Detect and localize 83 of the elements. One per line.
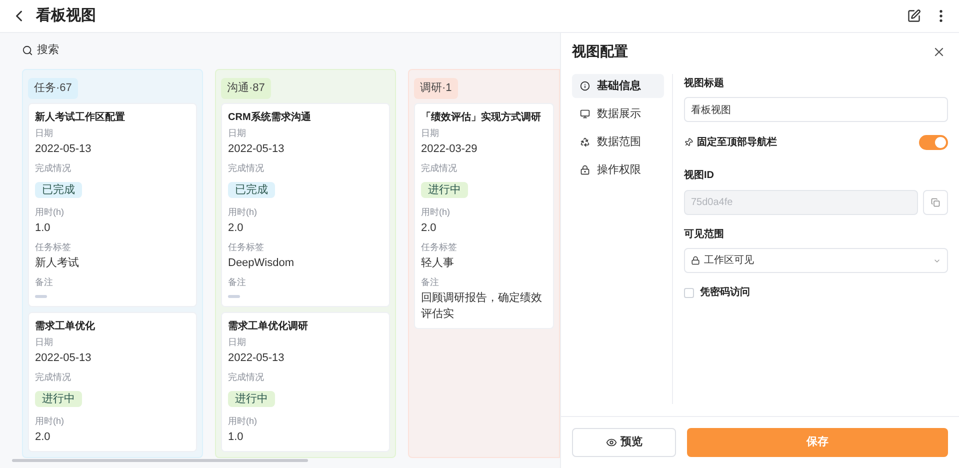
field-label: 日期 xyxy=(35,336,54,349)
status-tag: 进行中 xyxy=(228,391,275,407)
search-icon xyxy=(22,44,33,56)
column-tag: 沟通·87 xyxy=(221,78,271,98)
task-card[interactable]: 「绩效评估」实现方式调研 日期 2022-03-29 完成情况 进行中 用时(h) 2.0 任务标签 轻人事 备注 回顾调研报告，确定绩效评估实 xyxy=(414,103,554,329)
view-title-input[interactable]: 看板视图 xyxy=(684,97,948,122)
card-title: 需求工单优化 xyxy=(35,320,96,334)
monitor-icon xyxy=(580,109,590,119)
lock-icon xyxy=(691,256,700,265)
field-value: DeepWisdom xyxy=(228,256,296,271)
password-label: 凭密码访问 xyxy=(700,285,750,300)
empty-value-mark xyxy=(35,295,47,298)
eye-icon xyxy=(606,437,616,448)
edit-icon[interactable] xyxy=(907,9,921,23)
task-card[interactable]: 需求工单优化 日期 2022-05-13 完成情况 进行中 用时(h) 2.0 xyxy=(28,312,197,452)
status-tag: 已完成 xyxy=(228,182,275,198)
search-field[interactable]: 搜索 xyxy=(22,43,560,57)
card-title: 「绩效评估」实现方式调研 xyxy=(421,111,542,125)
task-card[interactable]: 新人考试工作区配置 日期 2022-05-13 完成情况 已完成 用时(h) 1.0 任务标签 新人考试 备注 xyxy=(28,103,197,307)
page-title: 看板视图 xyxy=(36,6,96,26)
field-label: 日期 xyxy=(35,127,54,140)
field-value: 回顾调研报告，确定绩效评估实 xyxy=(421,290,543,322)
field-label: 备注 xyxy=(35,276,54,289)
field-value: 2.0 xyxy=(35,430,52,445)
copy-icon xyxy=(931,198,940,207)
field-label: 日期 xyxy=(228,336,247,349)
field-label: 视图标题 xyxy=(684,76,725,91)
password-checkbox[interactable] xyxy=(684,288,694,298)
field-label: 用时(h) xyxy=(228,206,258,219)
nav-item[interactable]: 数据范围 xyxy=(572,130,664,154)
field-label: 日期 xyxy=(228,127,247,140)
status-tag: 进行中 xyxy=(421,182,468,198)
field-label: 完成情况 xyxy=(35,162,72,175)
info-icon xyxy=(580,81,590,91)
card-title: CRM系统需求沟通 xyxy=(228,111,312,125)
nav-item[interactable]: 操作权限 xyxy=(572,158,664,182)
field-label: 备注 xyxy=(421,276,440,289)
field-label: 完成情况 xyxy=(35,371,72,384)
field-label: 完成情况 xyxy=(228,371,265,384)
field-value: 新人考试 xyxy=(35,256,80,271)
field-value: 1.0 xyxy=(35,221,52,236)
field-value: 2022-05-13 xyxy=(35,351,92,366)
column-tag: 任务·67 xyxy=(28,78,78,98)
pin-icon xyxy=(682,136,695,148)
field-label: 可见范围 xyxy=(684,228,725,242)
pin-switch[interactable] xyxy=(919,134,948,150)
field-value: 2022-05-13 xyxy=(228,351,286,366)
nav-item[interactable]: 数据展示 xyxy=(572,102,664,126)
cycle-arrows-icon xyxy=(580,137,590,147)
preview-button[interactable]: 预览 xyxy=(572,428,676,457)
field-value: 1.0 xyxy=(228,430,244,445)
status-tag: 已完成 xyxy=(35,182,82,198)
field-label: 用时(h) xyxy=(35,415,65,428)
task-card[interactable]: CRM系统需求沟通 日期 2022-05-13 完成情况 已完成 用时(h) 2.0 任务标签 DeepWisdom 备注 xyxy=(221,103,390,307)
card-title: 新人考试工作区配置 xyxy=(35,111,126,125)
horizontal-scrollbar[interactable] xyxy=(12,459,308,462)
field-label: 用时(h) xyxy=(421,206,451,219)
field-label: 任务标签 xyxy=(228,241,265,254)
field-label: 任务标签 xyxy=(35,241,72,254)
field-value: 2022-03-29 xyxy=(421,142,478,157)
field-label: 视图ID xyxy=(684,168,715,183)
field-value: 2.0 xyxy=(228,221,244,236)
task-card[interactable]: 需求工单优化调研 日期 2022-05-13 完成情况 进行中 用时(h) 1.0 xyxy=(221,312,390,452)
field-value: 轻人事 xyxy=(421,256,455,271)
field-label: 完成情况 xyxy=(421,162,458,175)
field-value: 2022-05-13 xyxy=(228,142,286,157)
card-title: 需求工单优化调研 xyxy=(228,320,309,334)
column-tag: 调研·1 xyxy=(414,78,458,98)
panel-title: 视图配置 xyxy=(572,42,628,61)
empty-value-mark xyxy=(228,295,240,298)
field-value: 2022-05-13 xyxy=(35,142,92,157)
field-label: 任务标签 xyxy=(421,241,458,254)
status-tag: 进行中 xyxy=(35,391,82,407)
field-value: 2.0 xyxy=(421,221,438,236)
nav-item[interactable]: 基础信息 xyxy=(572,74,664,98)
lock-icon xyxy=(580,165,590,175)
pin-label: 固定至顶部导航栏 xyxy=(697,135,777,150)
visibility-select[interactable]: 工作区可见 xyxy=(684,248,948,273)
field-label: 完成情况 xyxy=(228,162,265,175)
field-label: 用时(h) xyxy=(35,206,65,219)
field-label: 日期 xyxy=(421,127,440,140)
field-label: 备注 xyxy=(228,276,247,289)
field-label: 用时(h) xyxy=(228,415,258,428)
